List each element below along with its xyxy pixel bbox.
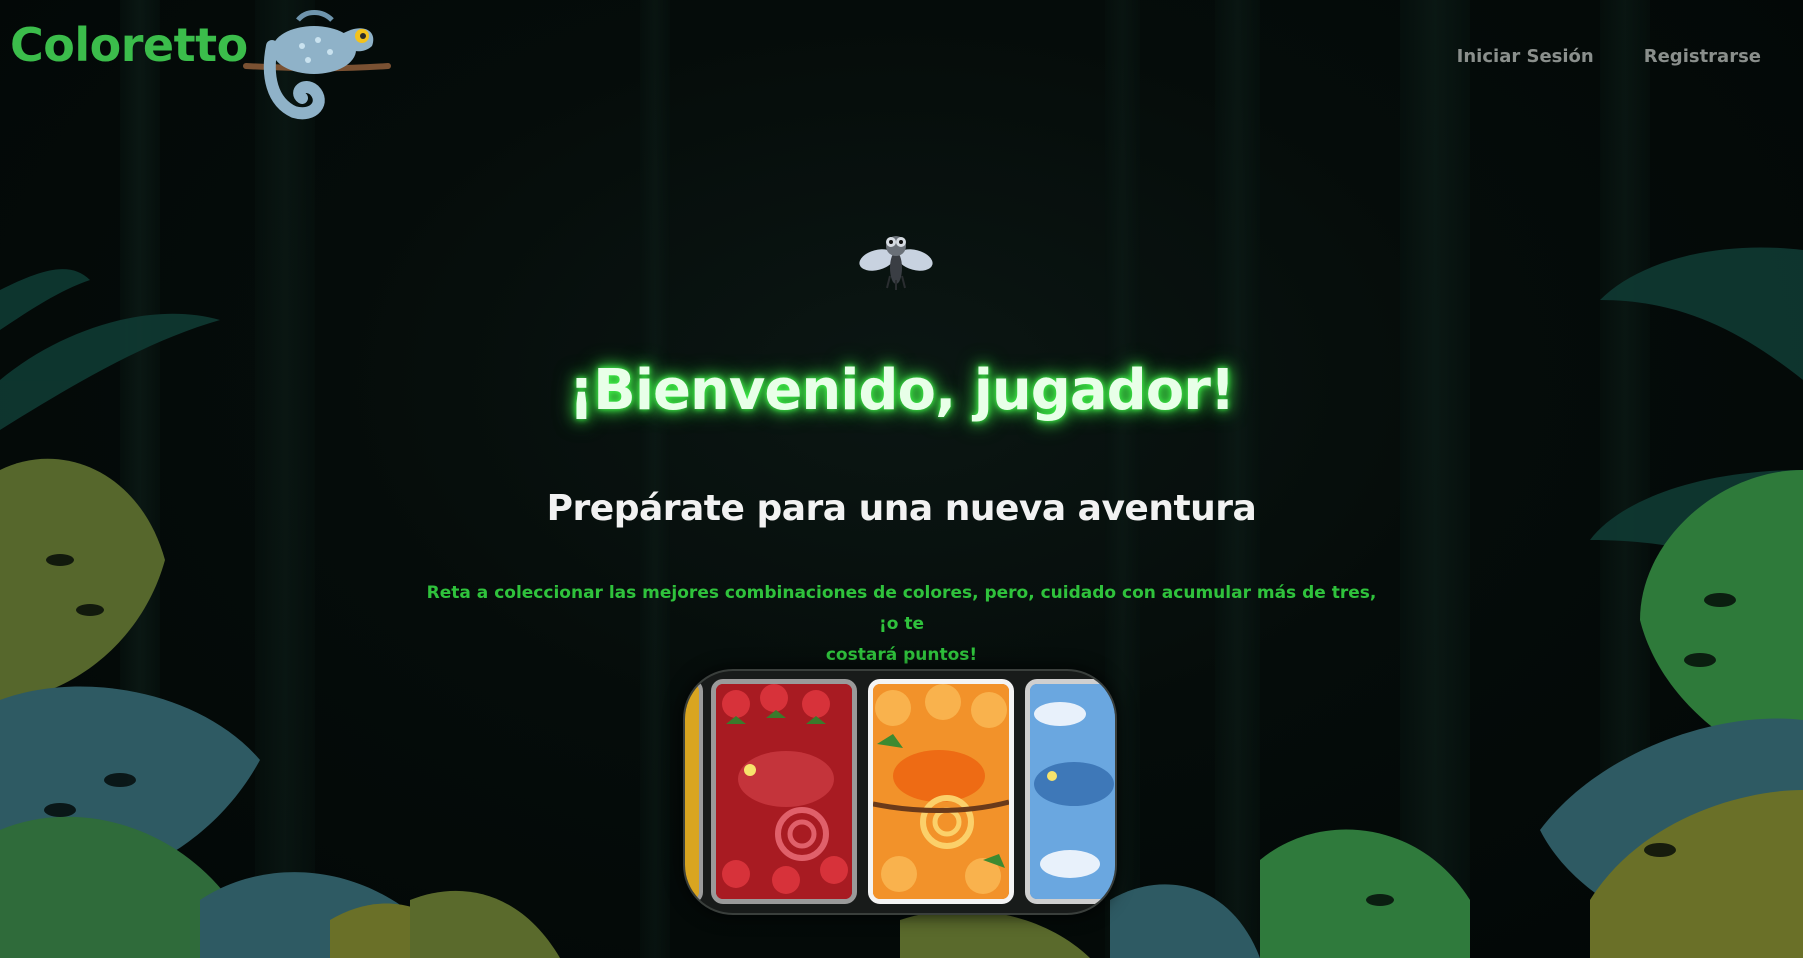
hero-subtitle: Prepárate para una nueva aventura bbox=[546, 488, 1257, 529]
orange-chameleon-icon bbox=[873, 684, 1009, 899]
top-nav: Iniciar Sesión Registrarse bbox=[1457, 46, 1761, 67]
tagline-line-2: costará puntos! bbox=[825, 645, 978, 665]
card-yellow[interactable] bbox=[685, 679, 703, 904]
fly-icon bbox=[859, 236, 933, 290]
landing-page: Coloretto Iniciar Sesión Registrarse ¡Bi… bbox=[0, 0, 1803, 958]
red-chameleon-icon bbox=[716, 684, 852, 899]
register-link[interactable]: Registrarse bbox=[1644, 46, 1761, 67]
card-red[interactable] bbox=[711, 679, 857, 904]
card-carousel[interactable] bbox=[683, 669, 1117, 915]
blue-chameleon-icon bbox=[1030, 684, 1115, 899]
card-orange[interactable] bbox=[868, 679, 1014, 904]
chameleon-logo-icon bbox=[243, 10, 391, 120]
header: Coloretto Iniciar Sesión Registrarse bbox=[0, 0, 1803, 130]
login-link[interactable]: Iniciar Sesión bbox=[1457, 46, 1594, 67]
hero-tagline: Reta a coleccionar las mejores combinaci… bbox=[420, 578, 1383, 671]
welcome-title: ¡Bienvenido, jugador! bbox=[568, 358, 1236, 423]
logo-text[interactable]: Coloretto bbox=[10, 18, 248, 72]
tagline-line-1: Reta a coleccionar las mejores combinaci… bbox=[426, 583, 1377, 634]
card-blue[interactable] bbox=[1025, 679, 1115, 904]
